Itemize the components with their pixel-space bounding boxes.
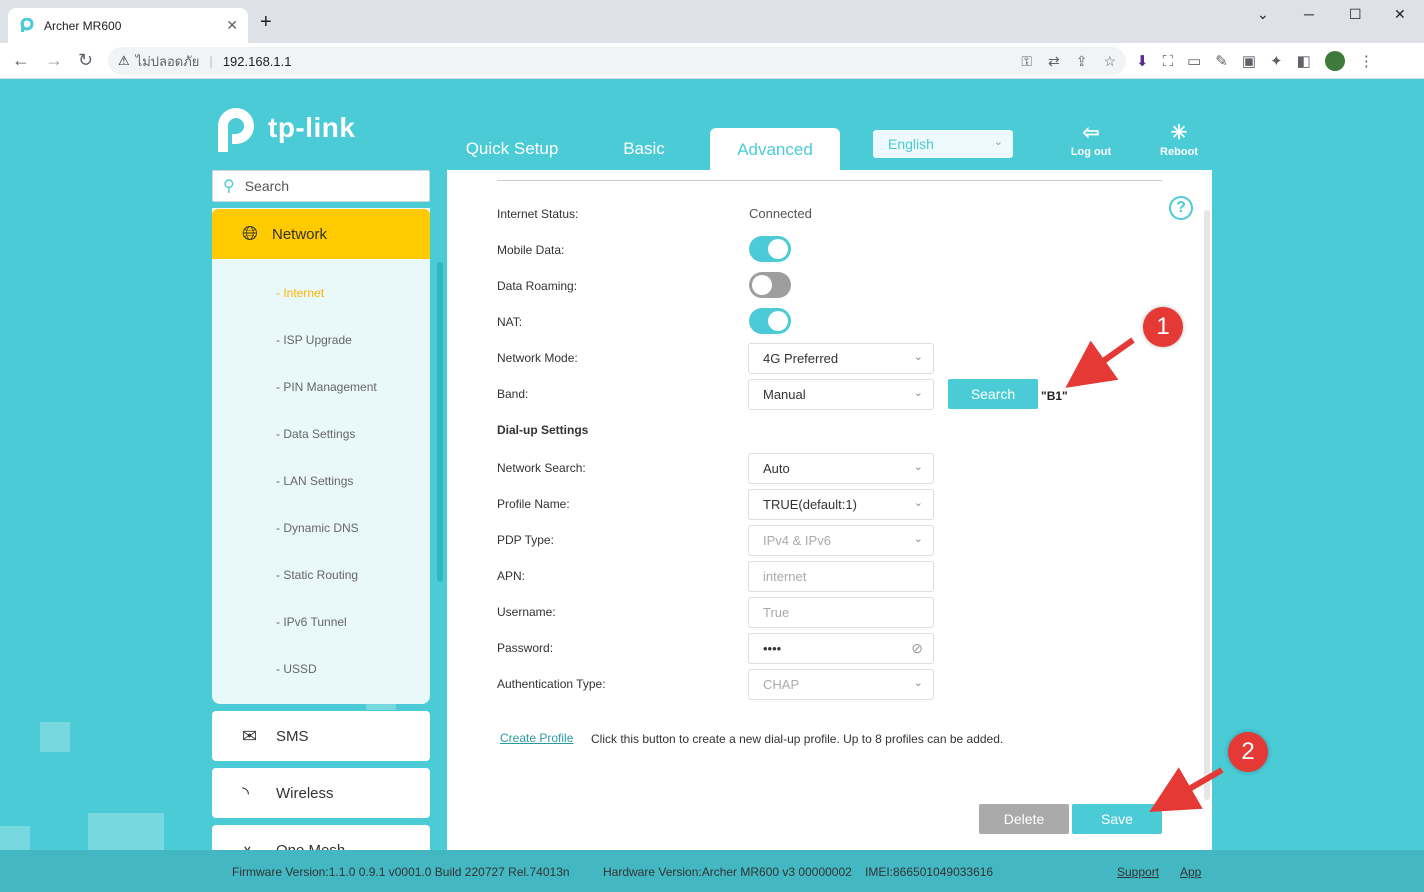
arrow-to-b1 — [1065, 337, 1135, 388]
annotation-marker-1: 1 — [1143, 307, 1183, 347]
annotation-arrows — [1065, 337, 1224, 812]
arrow-to-save — [1149, 767, 1224, 812]
annotation-marker-2: 2 — [1228, 732, 1268, 772]
